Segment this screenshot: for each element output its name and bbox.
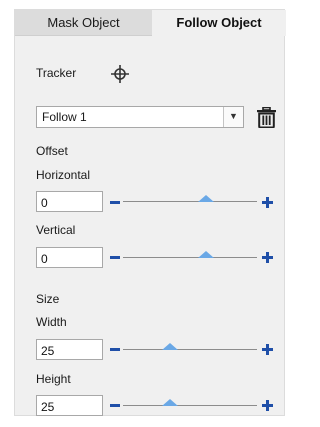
vertical-field[interactable] <box>36 247 103 268</box>
tab-bar: Mask Object Follow Object <box>15 10 286 36</box>
width-minus-icon[interactable] <box>110 348 120 351</box>
horizontal-minus-icon[interactable] <box>110 201 120 204</box>
width-slider[interactable] <box>123 343 257 357</box>
horizontal-field[interactable] <box>36 191 103 212</box>
offset-section-label: Offset <box>36 144 68 158</box>
slider-thumb[interactable] <box>161 399 178 406</box>
slider-track <box>123 405 257 406</box>
width-plus-icon[interactable] <box>262 344 273 355</box>
vertical-minus-icon[interactable] <box>110 256 120 259</box>
tab-mask-object[interactable]: Mask Object <box>15 10 152 36</box>
vertical-plus-icon[interactable] <box>262 252 273 263</box>
height-field[interactable] <box>36 395 103 416</box>
width-field[interactable] <box>36 339 103 360</box>
horizontal-label: Horizontal <box>36 168 91 182</box>
slider-track <box>123 257 257 258</box>
height-plus-icon[interactable] <box>262 400 273 411</box>
tracker-label: Tracker <box>36 66 77 80</box>
trash-icon[interactable] <box>257 107 276 128</box>
slider-track <box>123 201 257 202</box>
height-minus-icon[interactable] <box>110 404 120 407</box>
follow-object-panel: Mask Object Follow Object Tracker Follow… <box>14 9 286 416</box>
slider-thumb[interactable] <box>198 251 215 258</box>
horizontal-plus-icon[interactable] <box>262 197 273 208</box>
follow-select[interactable]: Follow 1 ▼ <box>36 106 244 128</box>
slider-thumb[interactable] <box>198 195 215 202</box>
height-slider[interactable] <box>123 399 257 413</box>
vertical-label: Vertical <box>36 223 76 237</box>
horizontal-slider[interactable] <box>123 195 257 209</box>
size-section-label: Size <box>36 292 60 306</box>
vertical-slider[interactable] <box>123 251 257 265</box>
tab-follow-object[interactable]: Follow Object <box>152 10 286 36</box>
slider-track <box>123 349 257 350</box>
crosshair-icon[interactable] <box>110 64 130 84</box>
height-label: Height <box>36 372 71 386</box>
slider-thumb[interactable] <box>161 343 178 350</box>
width-label: Width <box>36 315 67 329</box>
chevron-down-icon[interactable]: ▼ <box>223 107 243 127</box>
follow-select-value: Follow 1 <box>42 110 87 124</box>
